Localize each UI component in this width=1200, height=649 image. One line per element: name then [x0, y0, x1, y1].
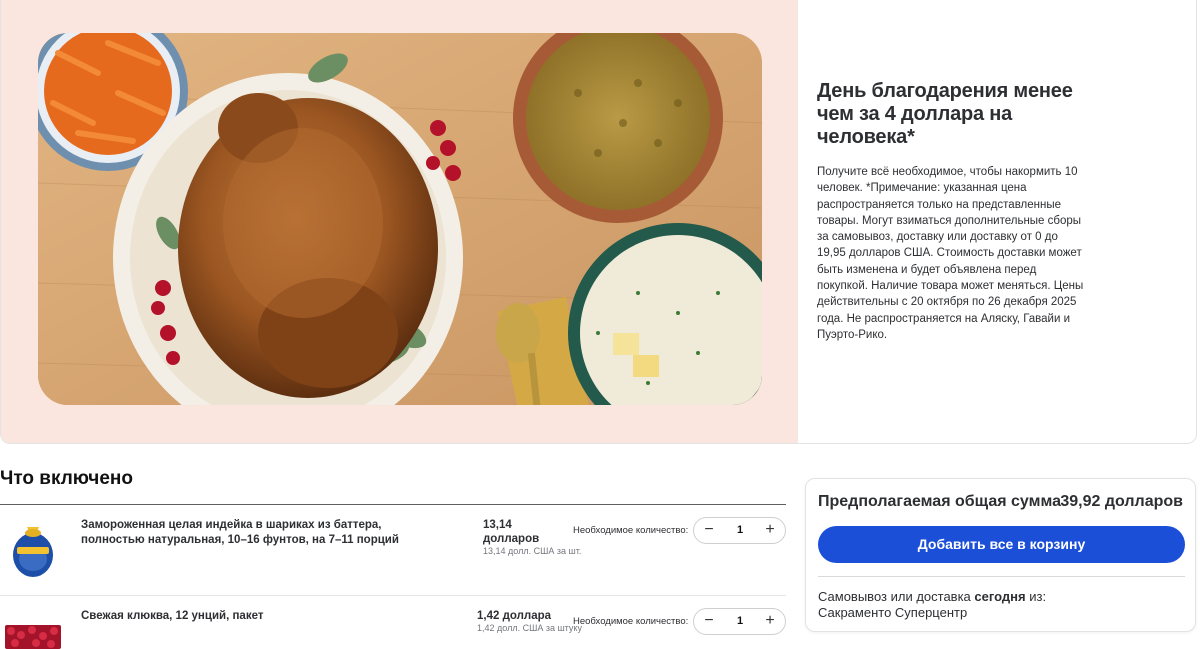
item-name[interactable]: Свежая клюква, 12 унций, пакет	[81, 609, 441, 624]
thanksgiving-dinner-image	[38, 33, 762, 405]
decrease-quantity-button[interactable]: −	[696, 518, 722, 543]
item-unit-price: 13,14 долл. США за шт.	[483, 546, 582, 556]
quantity-stepper[interactable]: − 1 +	[693, 608, 786, 635]
hero-banner: День благодарения менее чем за 4 доллара…	[0, 0, 1197, 444]
decrease-quantity-button[interactable]: −	[696, 609, 722, 634]
add-all-to-cart-button[interactable]: Добавить все в корзину	[818, 526, 1185, 563]
item-price-line1: 1,42 доллара	[477, 610, 552, 622]
summary-divider	[818, 576, 1185, 577]
order-summary-card: Предполагаемая общая сумма 39,92 долларо…	[805, 478, 1196, 632]
included-title: Что включено	[0, 468, 133, 489]
quantity-label: Необходимое количество:	[573, 616, 689, 627]
item-price-line2: долларов	[483, 533, 540, 545]
item-name[interactable]: Замороженная целая индейка в шариках из …	[81, 518, 441, 548]
hero-image-panel	[1, 0, 798, 443]
pickup-prefix: Самовывоз или доставка	[818, 589, 971, 604]
quantity-stepper[interactable]: − 1 +	[693, 517, 786, 544]
increase-quantity-button[interactable]: +	[757, 609, 783, 634]
list-item: Свежая клюква, 12 унций, пакет 1,42 долл…	[0, 596, 786, 649]
cranberries-image[interactable]	[5, 625, 61, 649]
quantity-label: Необходимое количество:	[573, 525, 689, 536]
hero-description: Получите всё необходимое, чтобы накормит…	[817, 166, 1084, 341]
increase-quantity-button[interactable]: +	[757, 518, 783, 543]
pickup-day: сегодня	[974, 589, 1026, 604]
store-name[interactable]: Сакраменто Суперцентр	[818, 605, 967, 620]
frozen-turkey-image[interactable]	[5, 517, 61, 579]
quantity-value: 1	[736, 615, 744, 627]
quantity-value: 1	[736, 524, 744, 536]
hero-text-block: День благодарения менее чем за 4 доллара…	[817, 80, 1087, 343]
estimated-total-value: 39,92 долларов	[1060, 493, 1183, 510]
hero-title: День благодарения менее чем за 4 доллара…	[817, 80, 1073, 148]
item-unit-price: 1,42 долл. США за штуку	[477, 623, 582, 633]
item-price-line1: 13,14	[483, 519, 512, 531]
fulfillment-info: Самовывоз или доставка сегодня из: Сакра…	[818, 589, 1185, 621]
estimated-total-label: Предполагаемая общая сумма	[818, 493, 1061, 510]
list-item: Замороженная целая индейка в шариках из …	[0, 505, 786, 595]
pickup-suffix: из:	[1029, 589, 1047, 604]
